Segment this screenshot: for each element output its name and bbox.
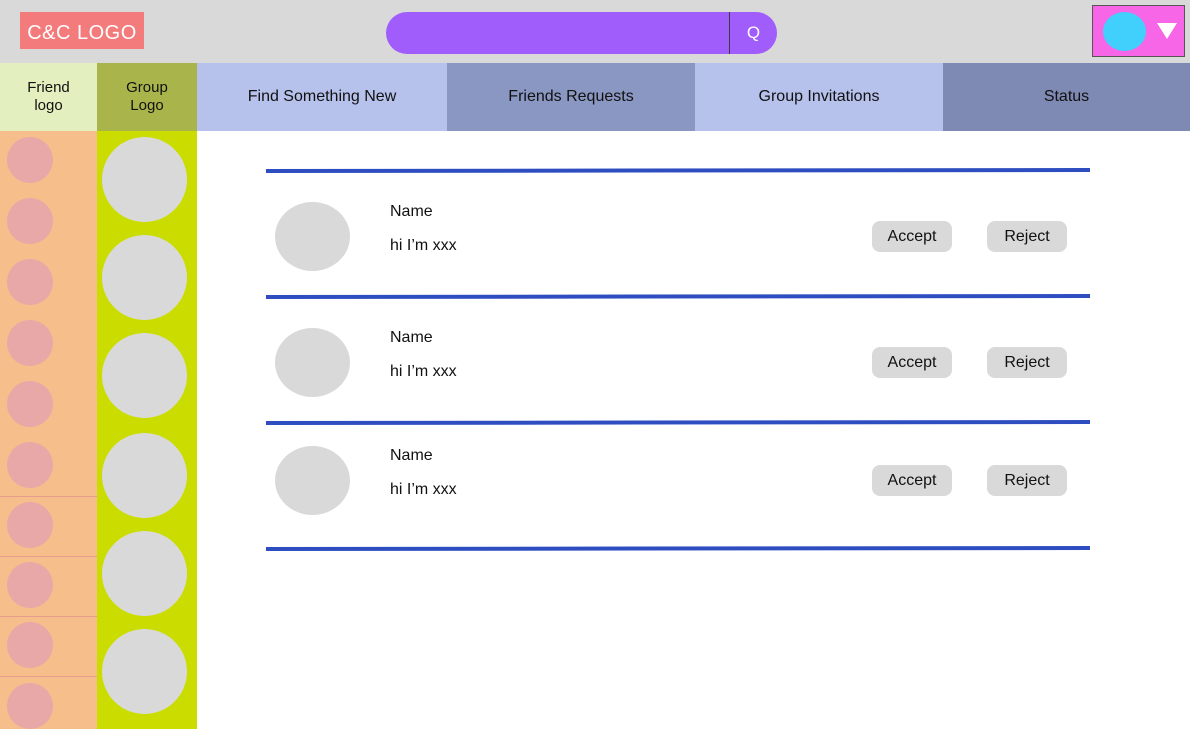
tab-label: Group Invitations	[758, 88, 880, 105]
friend-divider	[0, 556, 97, 557]
group-avatar[interactable]	[102, 629, 187, 714]
accept-button[interactable]: Accept	[872, 465, 952, 496]
search-input[interactable]	[386, 12, 729, 54]
request-avatar	[275, 446, 350, 515]
group-list	[97, 131, 197, 729]
group-avatar[interactable]	[102, 433, 187, 518]
request-name: Name	[390, 329, 433, 346]
request-name: Name	[390, 203, 433, 220]
friend-avatar[interactable]	[7, 442, 53, 488]
search-button-label: Q	[746, 23, 761, 42]
friend-avatar[interactable]	[7, 320, 53, 366]
search-bar: Q	[386, 12, 777, 54]
group-avatar[interactable]	[102, 235, 187, 320]
list-divider	[265, 293, 1091, 299]
friend-avatar[interactable]	[7, 502, 53, 548]
friend-divider	[0, 616, 97, 617]
friend-logo-label: Friend logo	[27, 79, 70, 114]
friend-avatar[interactable]	[7, 259, 53, 305]
request-bio: hi I’m xxx	[390, 363, 457, 380]
friend-list	[0, 131, 97, 729]
tab-label: Find Something New	[247, 88, 397, 105]
group-avatar[interactable]	[102, 531, 187, 616]
tab-friends-requests[interactable]: Friends Requests	[447, 63, 695, 131]
tab-label: Friends Requests	[508, 88, 634, 105]
friend-avatar[interactable]	[7, 198, 53, 244]
tab-label: Status	[1043, 88, 1090, 105]
group-logo-header: Group Logo	[97, 63, 197, 131]
request-avatar	[275, 202, 350, 271]
tab-status[interactable]: Status	[943, 63, 1190, 131]
group-avatar[interactable]	[102, 333, 187, 418]
friend-avatar[interactable]	[7, 137, 53, 183]
request-name: Name	[390, 447, 433, 464]
reject-button[interactable]: Reject	[987, 465, 1067, 496]
app-logo[interactable]: C&C LOGO	[20, 12, 144, 49]
reject-button[interactable]: Reject	[987, 221, 1067, 252]
profile-menu-button[interactable]	[1092, 5, 1185, 57]
friend-avatar[interactable]	[7, 622, 53, 668]
reject-button[interactable]: Reject	[987, 347, 1067, 378]
request-avatar	[275, 328, 350, 397]
tab-find-something-new[interactable]: Find Something New	[197, 63, 447, 131]
friend-avatar[interactable]	[7, 381, 53, 427]
friend-divider	[0, 496, 97, 497]
tab-group-invitations[interactable]: Group Invitations	[695, 63, 943, 131]
list-divider	[265, 167, 1091, 173]
list-divider	[265, 419, 1091, 425]
accept-button[interactable]: Accept	[872, 347, 952, 378]
request-bio: hi I’m xxx	[390, 481, 457, 498]
friend-avatar[interactable]	[7, 562, 53, 608]
list-divider	[265, 545, 1091, 551]
group-avatar[interactable]	[102, 137, 187, 222]
accept-button[interactable]: Accept	[872, 221, 952, 252]
user-avatar	[1103, 12, 1146, 51]
request-bio: hi I’m xxx	[390, 237, 457, 254]
friends-requests-page: C&C LOGO Q Friend logo Group Logo Find S…	[0, 0, 1190, 729]
caret-down-icon	[1157, 23, 1177, 39]
top-bar: C&C LOGO Q	[0, 0, 1190, 63]
group-logo-label: Group Logo	[126, 79, 168, 114]
friend-logo-header: Friend logo	[0, 63, 97, 131]
friend-divider	[0, 676, 97, 677]
search-button[interactable]: Q	[730, 12, 777, 54]
friend-avatar[interactable]	[7, 683, 53, 729]
